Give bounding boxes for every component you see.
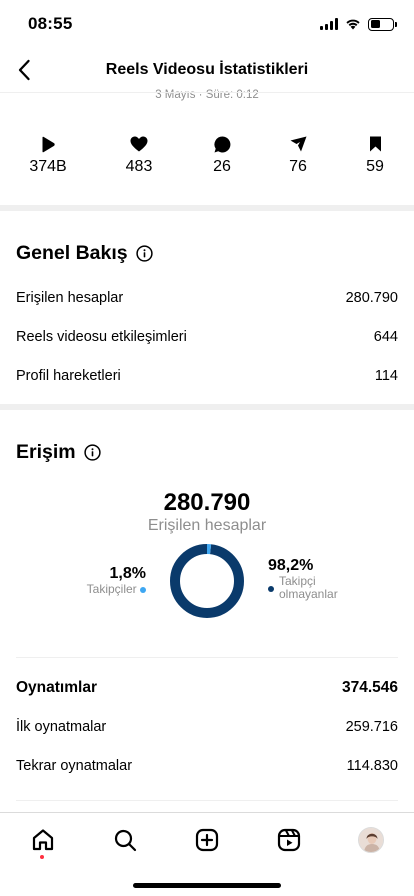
battery-icon [368, 17, 397, 31]
row-value: 114.830 [346, 758, 398, 774]
non-followers-label-row: Takipçi olmayanlar [268, 575, 338, 601]
row-label: Tekrar oynatmalar [16, 758, 133, 774]
reach-title-text: Erişim [16, 441, 76, 463]
divider [16, 800, 398, 801]
comment-icon [213, 134, 231, 154]
row-label: Reels videosu etkileşimleri [16, 329, 187, 345]
donut-segment-non-followers [170, 544, 244, 618]
search-icon [114, 829, 137, 852]
info-icon[interactable] [83, 444, 101, 461]
tab-search[interactable] [110, 825, 140, 855]
plays-row-replays: Tekrar oynatmalar 114.830 [16, 758, 398, 774]
play-icon [40, 134, 56, 154]
reel-stats-row: 374B 483 26 76 59 [0, 134, 414, 184]
row-label: Erişilen hesaplar [16, 290, 124, 306]
notification-dot [40, 855, 44, 859]
row-value: 644 [373, 329, 398, 345]
overview-title: Genel Bakış [16, 242, 153, 265]
header: Reels Videosu İstatistikleri [0, 48, 414, 92]
wifi-icon [346, 19, 360, 30]
status-icons [320, 16, 397, 32]
tab-home[interactable] [28, 825, 58, 855]
overview-row-accounts-reached: Erişilen hesaplar 280.790 [16, 290, 398, 306]
plays-total: 374.546 [341, 679, 398, 696]
bookmark-icon [369, 134, 382, 154]
section-separator [0, 404, 414, 410]
followers-percent: 1,8% [109, 565, 146, 582]
bottom-tab-bar [0, 812, 414, 896]
row-value: 114 [374, 368, 398, 384]
stat-shares-value: 76 [289, 158, 307, 175]
row-label: İlk oynatmalar [16, 719, 107, 735]
followers-label-row: Takipçiler [87, 583, 146, 596]
reels-icon [277, 828, 301, 852]
home-icon [32, 829, 54, 851]
non-followers-legend-dot [268, 586, 274, 592]
row-value: 280.790 [345, 290, 398, 306]
followers-label: Takipçiler [86, 582, 137, 596]
divider [16, 657, 398, 658]
stat-plays: 374B [13, 134, 83, 176]
share-icon [290, 134, 307, 154]
legend-followers: 1,8% Takipçiler [87, 565, 146, 596]
create-icon [195, 828, 219, 852]
legend-non-followers: 98,2% Takipçi olmayanlar [268, 557, 338, 601]
row-label: Profil hareketleri [16, 368, 121, 384]
stat-likes: 483 [104, 134, 174, 176]
stat-saves-value: 59 [366, 158, 384, 175]
status-time: 08:55 [28, 14, 73, 33]
stat-comments: 26 [187, 134, 257, 176]
overview-title-text: Genel Bakış [16, 242, 128, 264]
stat-shares: 76 [263, 134, 333, 176]
row-value: 259.716 [345, 719, 398, 735]
tab-profile[interactable] [356, 825, 386, 855]
plays-row-initial: İlk oynatmalar 259.716 [16, 719, 398, 735]
stat-likes-value: 483 [125, 158, 153, 175]
reach-total-label: Erişilen hesaplar [147, 517, 267, 534]
overview-row-reel-interactions: Reels videosu etkileşimleri 644 [16, 329, 398, 345]
stat-saves: 59 [340, 134, 410, 176]
home-indicator [133, 883, 281, 888]
tab-create[interactable] [192, 825, 222, 855]
reach-donut-chart [170, 544, 244, 618]
cellular-signal-icon [320, 18, 338, 30]
status-bar: 08:55 [0, 0, 414, 48]
profile-avatar [358, 827, 384, 853]
section-separator [0, 205, 414, 211]
page-title: Reels Videosu İstatistikleri [105, 61, 309, 78]
followers-legend-dot [140, 586, 146, 593]
tab-reels[interactable] [274, 825, 304, 855]
heart-icon [130, 134, 148, 154]
overview-row-profile-activity: Profil hareketleri 114 [16, 368, 398, 384]
non-followers-label-2: olmayanlar [279, 587, 338, 601]
plays-title: Oynatımlar [16, 679, 97, 696]
stat-plays-value: 374B [29, 158, 67, 175]
reach-title: Erişim [16, 441, 101, 464]
stat-comments-value: 26 [213, 158, 231, 175]
reach-total: 280.790 [163, 489, 251, 516]
info-icon[interactable] [135, 245, 153, 262]
plays-total-row: Oynatımlar 374.546 [16, 679, 398, 697]
non-followers-percent: 98,2% [268, 557, 314, 574]
header-divider [0, 92, 414, 93]
